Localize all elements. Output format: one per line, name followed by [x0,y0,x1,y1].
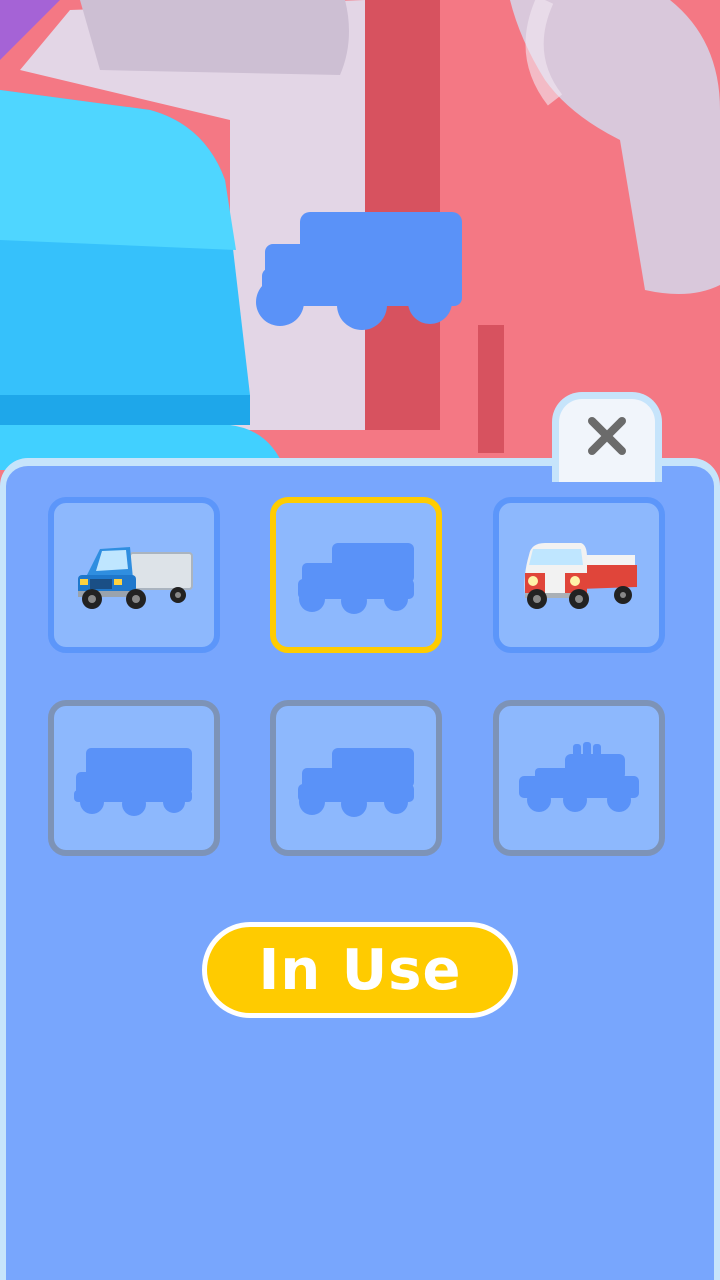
close-x-icon [588,417,626,455]
vehicle-slot-mystery-dump-truck[interactable] [270,497,442,653]
vehicle-slot-mystery-dump-truck-2[interactable] [270,700,442,856]
jeep-silhouette-icon [519,742,639,812]
vehicle-slot-blue-box-truck[interactable] [48,497,220,653]
dump-truck-silhouette-icon [298,543,414,614]
vehicle-slot-red-camper-van[interactable] [493,497,665,653]
vehicle-slot-mystery-cargo-truck[interactable] [48,700,220,856]
in-use-button[interactable]: In Use [202,922,518,1018]
vehicle-slot-mystery-jeep[interactable] [493,700,665,856]
dump-truck-silhouette-icon [298,748,414,817]
red-camper-van-icon [524,543,637,609]
cargo-truck-silhouette-icon [74,748,192,816]
in-use-label: In Use [258,937,462,1003]
blue-box-truck-icon [78,547,193,609]
close-button[interactable] [552,392,662,482]
